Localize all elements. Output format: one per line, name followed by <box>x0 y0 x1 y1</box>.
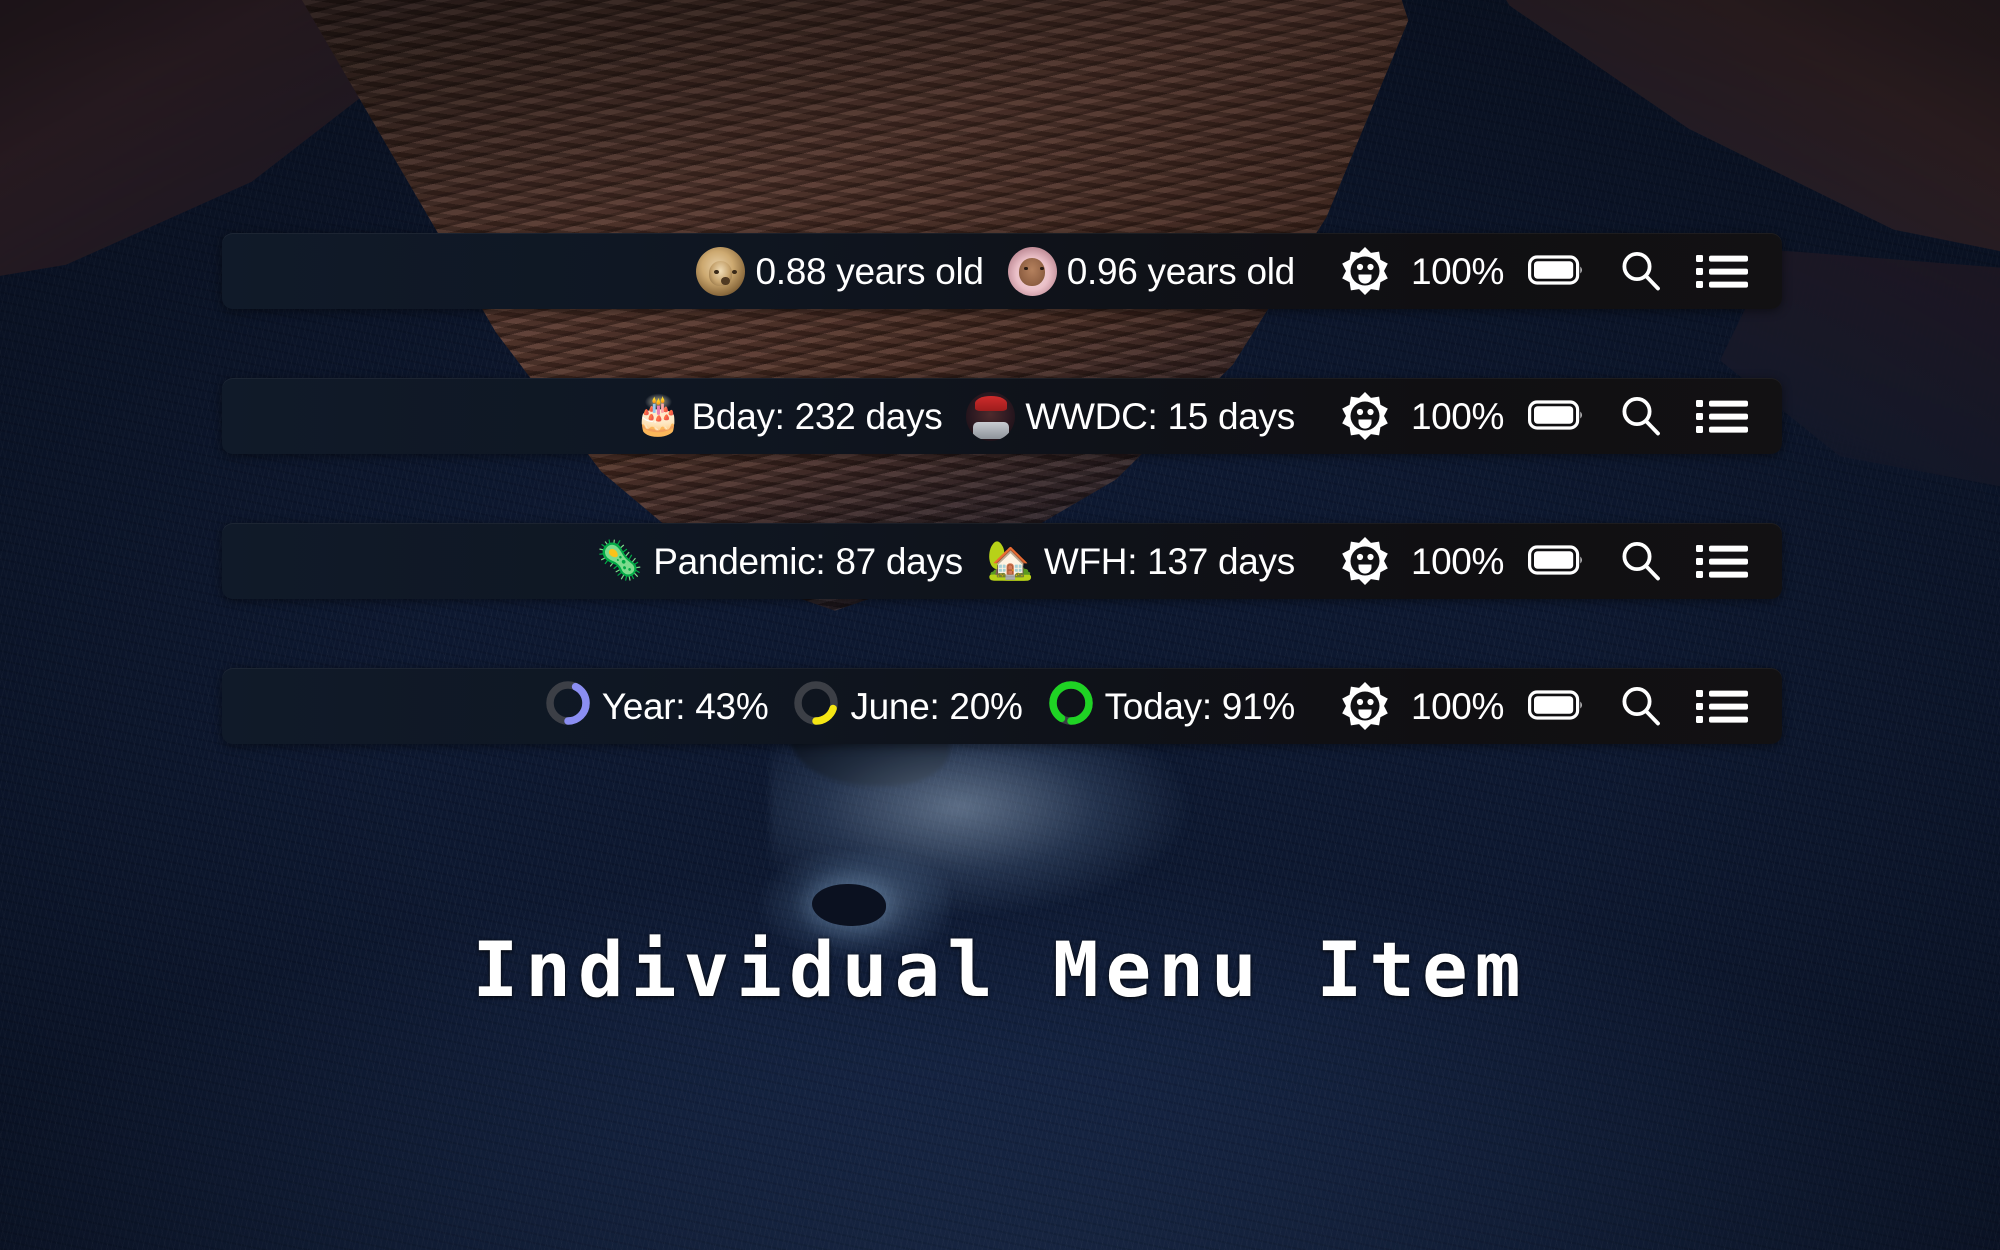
menu-bar-item[interactable]: 0.96 years old <box>996 246 1307 296</box>
baby-avatar <box>1007 246 1057 296</box>
list-menu-icon[interactable] <box>1680 249 1764 294</box>
list-menu-icon[interactable] <box>1680 394 1764 439</box>
house-with-garden-emoji: 🏡 <box>986 540 1034 582</box>
menu-bar-item-label: June: 20% <box>850 685 1023 727</box>
menu-bar-elapsed: 🦠 Pandemic: 87 days 🏡 WFH: 137 days 100% <box>222 523 1782 599</box>
system-status-cluster: 100% <box>1307 245 1764 297</box>
dog-avatar <box>696 246 746 296</box>
list-menu-icon[interactable] <box>1680 539 1764 584</box>
page-caption: Individual Menu Item <box>472 925 1528 1014</box>
menu-bar-item[interactable]: June: 20% <box>780 679 1034 733</box>
menu-bar-list: 0.88 years old 0.96 years old 100% 🎂 Bday: 2… <box>222 233 1782 744</box>
battery-percent-label[interactable]: 100% <box>1407 688 1512 725</box>
system-status-cluster: 100% <box>1307 680 1764 732</box>
menu-bar-items: Year: 43% June: 20% Today: 91% <box>532 679 1307 733</box>
menu-bar-items: 🦠 Pandemic: 87 days 🏡 WFH: 137 days <box>584 542 1307 580</box>
menu-bar-item-label: Pandemic: 87 days <box>653 540 963 582</box>
menu-bar-item-label: WFH: 137 days <box>1043 540 1295 582</box>
search-icon[interactable] <box>1602 683 1680 729</box>
wwdc-memoji-avatar <box>966 391 1016 441</box>
menu-bar-countdowns: 🎂 Bday: 232 days WWDC: 15 days 100% <box>222 378 1782 454</box>
battery-full-icon[interactable] <box>1512 399 1602 433</box>
menu-bar-ages: 0.88 years old 0.96 years old 100% <box>222 233 1782 309</box>
menu-bar-item-label: Bday: 232 days <box>691 395 943 437</box>
menu-bar-item-label: WWDC: 15 days <box>1025 395 1295 437</box>
menu-bar-item[interactable]: Today: 91% <box>1035 679 1307 733</box>
menu-bar-item[interactable]: 0.88 years old <box>684 246 995 296</box>
battery-percent-label[interactable]: 100% <box>1407 543 1512 580</box>
menu-bar-item[interactable]: 🎂 Bday: 232 days <box>623 397 955 435</box>
menu-bar-item[interactable]: 🦠 Pandemic: 87 days <box>584 542 975 580</box>
memoji-sticker-icon[interactable] <box>1323 535 1407 587</box>
memoji-sticker-icon[interactable] <box>1323 390 1407 442</box>
menu-bar-item-label: Today: 91% <box>1104 685 1296 727</box>
progress-ring-year <box>544 679 592 733</box>
search-icon[interactable] <box>1602 538 1680 584</box>
menu-bar-item[interactable]: Year: 43% <box>532 679 781 733</box>
menu-bar-progress: Year: 43% June: 20% Today: 91% 100% <box>222 668 1782 744</box>
battery-percent-label[interactable]: 100% <box>1407 398 1512 435</box>
list-menu-icon[interactable] <box>1680 684 1764 729</box>
menu-bar-item-label: Year: 43% <box>601 685 769 727</box>
battery-percent-label[interactable]: 100% <box>1407 253 1512 290</box>
system-status-cluster: 100% <box>1307 390 1764 442</box>
menu-bar-item[interactable]: WWDC: 15 days <box>954 391 1307 441</box>
menu-bar-items: 0.88 years old 0.96 years old <box>684 246 1307 296</box>
menu-bar-item[interactable]: 🏡 WFH: 137 days <box>975 542 1307 580</box>
progress-ring-june <box>792 679 840 733</box>
battery-full-icon[interactable] <box>1512 254 1602 288</box>
battery-full-icon[interactable] <box>1512 544 1602 578</box>
menu-bar-items: 🎂 Bday: 232 days WWDC: 15 days <box>623 391 1307 441</box>
progress-ring-today <box>1047 679 1095 733</box>
search-icon[interactable] <box>1602 248 1680 294</box>
battery-full-icon[interactable] <box>1512 689 1602 723</box>
memoji-sticker-icon[interactable] <box>1323 245 1407 297</box>
menu-bar-item-label: 0.96 years old <box>1066 250 1296 292</box>
birthday-cake-emoji: 🎂 <box>634 395 682 437</box>
system-status-cluster: 100% <box>1307 535 1764 587</box>
memoji-sticker-icon[interactable] <box>1323 680 1407 732</box>
menu-bar-item-label: 0.88 years old <box>755 250 984 292</box>
search-icon[interactable] <box>1602 393 1680 439</box>
virus-emoji: 🦠 <box>596 540 644 582</box>
